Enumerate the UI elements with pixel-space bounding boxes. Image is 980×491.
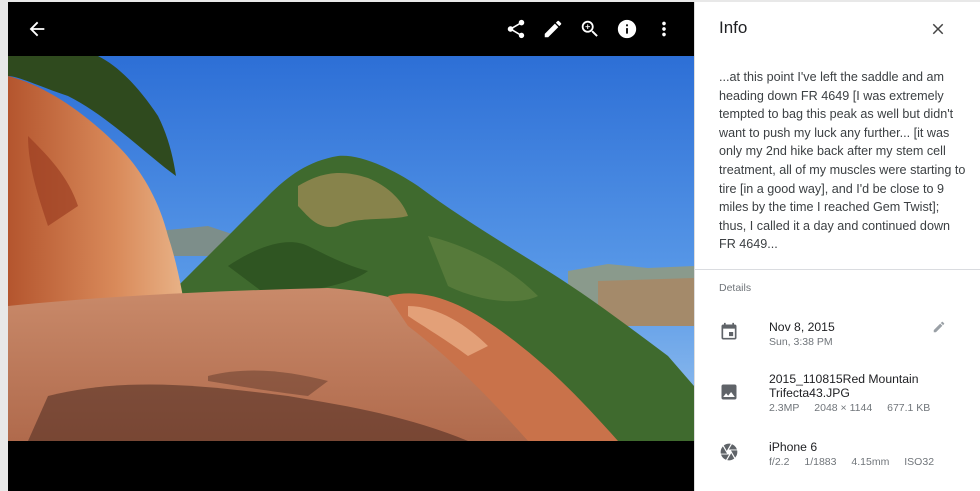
camera-model: iPhone 6: [769, 440, 818, 454]
info-icon[interactable]: [613, 15, 641, 43]
share-icon[interactable]: [502, 15, 530, 43]
camera-shutter: 1/1883: [804, 456, 837, 468]
back-arrow-icon[interactable]: [23, 15, 51, 43]
camera-focal: 4.15mm: [851, 456, 890, 468]
close-icon[interactable]: [925, 16, 951, 42]
calendar-icon: [719, 322, 739, 342]
more-vert-icon[interactable]: [650, 15, 678, 43]
file-size: 677.1 KB: [887, 402, 931, 414]
details-heading: Details: [719, 282, 752, 294]
photo-viewer: [8, 2, 694, 491]
file-meta: 2.3MP 2048 × 1144 677.1 KB: [769, 402, 942, 414]
edit-pencil-icon[interactable]: [539, 15, 567, 43]
camera-aperture-icon: [719, 442, 739, 462]
info-title: Info: [719, 18, 748, 37]
camera-iso: ISO32: [904, 456, 935, 468]
edit-date-icon[interactable]: [932, 320, 948, 336]
viewer-toolbar: [8, 2, 694, 56]
zoom-in-icon[interactable]: [576, 15, 604, 43]
file-name: 2015_110815Red Mountain Trifecta43.JPG: [769, 372, 919, 400]
camera-aperture: f/2.2: [769, 456, 790, 468]
file-dimensions: 2048 × 1144: [814, 402, 873, 414]
photo: [8, 56, 694, 441]
photo-description[interactable]: ...at this point I've left the saddle an…: [719, 68, 967, 254]
date-text: Nov 8, 2015: [769, 320, 835, 334]
camera-settings: f/2.2 1/1883 4.15mm ISO32: [769, 456, 946, 468]
date-subtext: Sun, 3:38 PM: [769, 336, 833, 348]
image-icon: [719, 382, 739, 402]
info-panel: Info ...at this point I've left the sadd…: [694, 2, 980, 491]
file-megapixels: 2.3MP: [769, 402, 800, 414]
divider: [695, 269, 980, 270]
